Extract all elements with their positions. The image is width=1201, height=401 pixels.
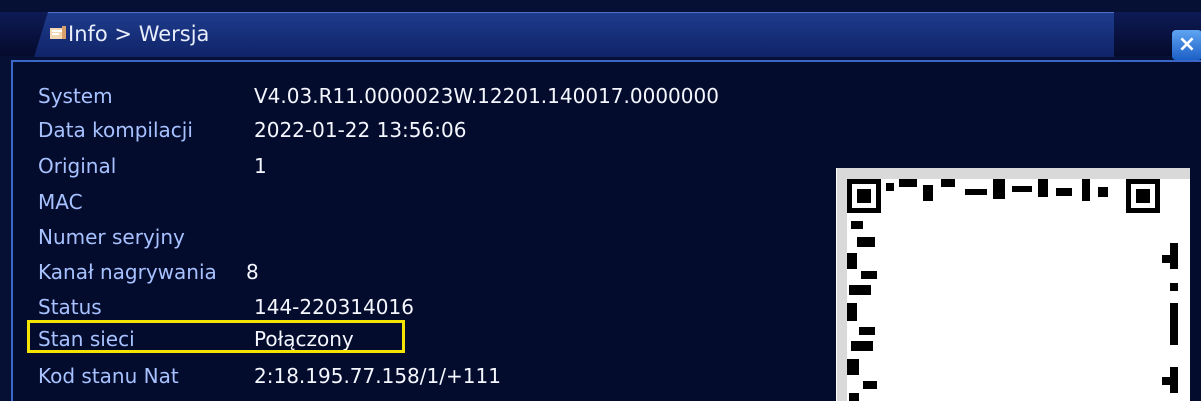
qr-module bbox=[849, 285, 871, 295]
build-date-label: Data kompilacji bbox=[38, 118, 193, 142]
record-channel-label: Kanał nagrywania bbox=[38, 260, 217, 284]
info-row-nat-status: Kod stanu Nat 2:18.195.77.158/1/+111 bbox=[38, 361, 798, 391]
qr-module bbox=[941, 179, 955, 187]
qr-module bbox=[899, 179, 917, 187]
qr-module bbox=[1056, 188, 1072, 196]
serial-number-label: Numer seryjny bbox=[38, 225, 185, 249]
qr-module bbox=[1170, 283, 1178, 291]
nat-status-label: Kod stanu Nat bbox=[38, 364, 179, 388]
qr-module bbox=[857, 237, 875, 247]
qr-module bbox=[1012, 186, 1032, 192]
mac-label: MAC bbox=[38, 190, 83, 214]
info-row-record-channel: Kanał nagrywania 8 bbox=[38, 257, 798, 287]
build-date-value: 2022-01-22 13:56:06 bbox=[254, 118, 467, 142]
info-row-serial-number: Numer seryjny bbox=[38, 222, 798, 252]
info-window-icon bbox=[50, 26, 66, 39]
qr-module bbox=[965, 189, 987, 195]
qr-module bbox=[851, 221, 863, 229]
qr-module bbox=[847, 303, 857, 321]
qr-module bbox=[886, 183, 894, 191]
qr-finder-top-right bbox=[1126, 179, 1160, 213]
qr-module bbox=[851, 341, 873, 351]
qr-module bbox=[1170, 243, 1178, 269]
qr-module bbox=[1170, 303, 1178, 345]
close-icon[interactable]: × bbox=[1172, 30, 1201, 60]
system-value: V4.03.R11.0000023W.12201.140017.0000000 bbox=[254, 84, 719, 108]
qr-module bbox=[847, 359, 859, 375]
qr-module bbox=[847, 253, 857, 269]
system-label: System bbox=[38, 84, 113, 108]
qr-module bbox=[859, 327, 875, 335]
qr-module bbox=[923, 185, 933, 201]
qr-module bbox=[861, 271, 877, 279]
version-info-window: Info > Wersja × System V4.03.R11.0000023… bbox=[0, 0, 1201, 401]
info-row-build-date: Data kompilacji 2022-01-22 13:56:06 bbox=[38, 115, 798, 145]
info-row-system: System V4.03.R11.0000023W.12201.140017.0… bbox=[38, 81, 798, 111]
qr-module bbox=[1170, 367, 1178, 393]
qr-module bbox=[1038, 179, 1048, 197]
qr-module bbox=[863, 381, 877, 389]
original-value: 1 bbox=[254, 154, 267, 178]
info-row-original: Original 1 bbox=[38, 151, 798, 181]
status-label: Status bbox=[38, 295, 102, 319]
qr-module bbox=[1162, 255, 1170, 263]
qr-module bbox=[1082, 179, 1090, 201]
network-status-highlight bbox=[27, 320, 405, 353]
qr-module bbox=[1162, 377, 1170, 385]
qr-module bbox=[1098, 187, 1108, 197]
nat-status-value: 2:18.195.77.158/1/+111 bbox=[254, 364, 501, 388]
window-title: Info > Wersja bbox=[68, 22, 210, 46]
qr-module bbox=[849, 393, 859, 401]
original-label: Original bbox=[38, 154, 117, 178]
info-row-status: Status 144-220314016 bbox=[38, 292, 798, 322]
record-channel-value: 8 bbox=[246, 260, 259, 284]
window-titlebar: Info > Wersja × bbox=[0, 12, 1201, 60]
qr-module bbox=[993, 179, 1005, 199]
qr-finder-top-left bbox=[847, 179, 881, 213]
qr-code-icon bbox=[847, 179, 1190, 401]
info-row-mac: MAC bbox=[38, 187, 798, 217]
status-value: 144-220314016 bbox=[254, 295, 414, 319]
